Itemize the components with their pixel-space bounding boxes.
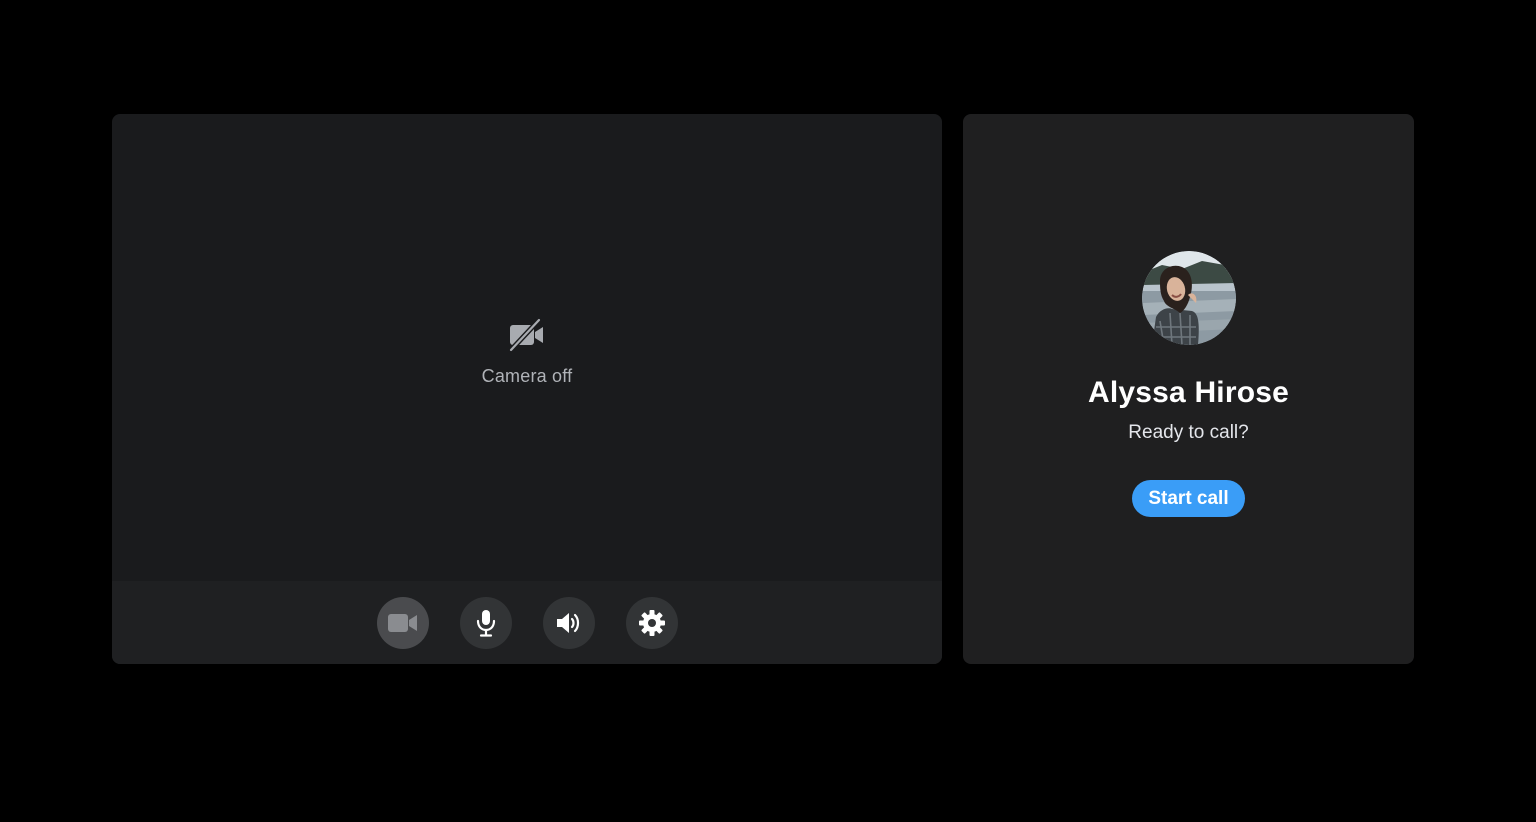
camera-preview-panel: Camera off — [112, 114, 942, 664]
contact-name: Alyssa Hirose — [1087, 376, 1290, 409]
video-camera-icon — [387, 613, 417, 632]
call-controls-bar — [112, 581, 942, 664]
speaker-icon — [556, 612, 579, 633]
camera-off-label: Camera off — [481, 366, 573, 386]
contact-panel: Alyssa Hirose Ready to call? Start call — [963, 114, 1414, 664]
contact-status: Ready to call? — [1128, 422, 1249, 443]
start-call-button[interactable]: Start call — [1132, 480, 1245, 517]
camera-toggle-button[interactable] — [376, 596, 429, 649]
microphone-toggle-button[interactable] — [459, 596, 512, 649]
settings-button[interactable] — [625, 596, 678, 649]
microphone-icon — [476, 609, 495, 637]
video-off-icon — [509, 318, 543, 352]
gear-icon — [638, 609, 665, 636]
contact-info: Alyssa Hirose Ready to call? Start call — [963, 251, 1414, 517]
camera-off-indicator: Camera off — [112, 318, 942, 387]
speaker-toggle-button[interactable] — [542, 596, 595, 649]
avatar — [1141, 251, 1236, 345]
call-setup-screen: Camera off Alyssa Hirose Ready to call? … — [0, 0, 1536, 822]
